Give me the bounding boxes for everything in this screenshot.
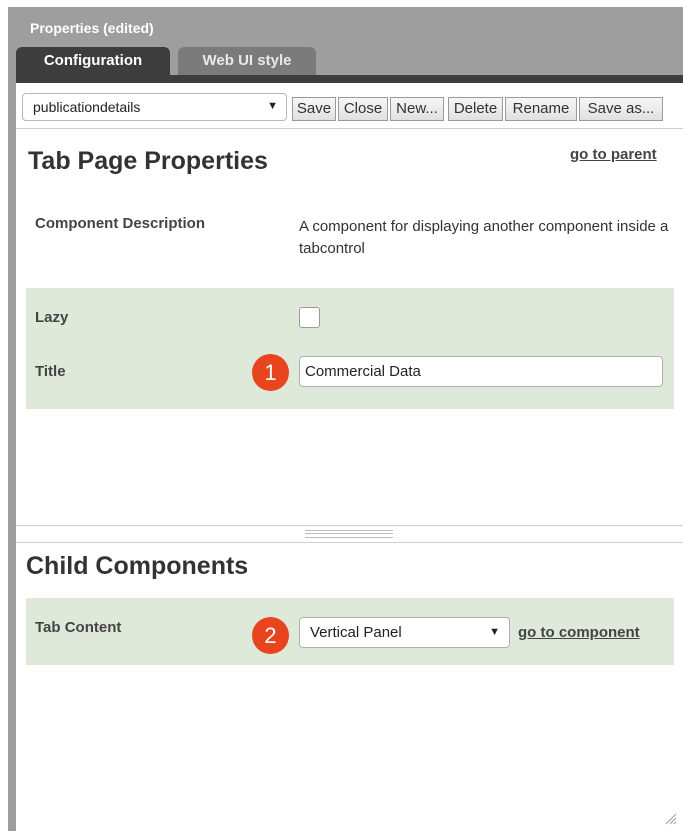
delete-button[interactable]: Delete — [448, 97, 503, 121]
tab-content-select[interactable]: Vertical Panel ▼ — [299, 617, 510, 648]
tab-strip-divider — [16, 75, 683, 83]
rename-button[interactable]: Rename — [505, 97, 577, 121]
chevron-down-icon: ▼ — [489, 626, 500, 638]
window-title: Properties (edited) — [30, 20, 154, 36]
tab-page-heading: Tab Page Properties — [28, 147, 268, 175]
tab-configuration[interactable]: Configuration — [16, 47, 170, 75]
pane-splitter[interactable] — [16, 525, 683, 543]
save-as-button[interactable]: Save as... — [579, 97, 663, 121]
resize-grip-icon[interactable] — [663, 811, 677, 825]
tab-web-ui-style[interactable]: Web UI style — [178, 47, 316, 75]
component-description-label: Component Description — [35, 215, 206, 232]
save-button[interactable]: Save — [292, 97, 336, 121]
tab-content-label: Tab Content — [35, 619, 122, 636]
component-description-value: A component for displaying another compo… — [299, 218, 669, 257]
lazy-checkbox[interactable] — [299, 307, 320, 328]
go-to-parent-link[interactable]: go to parent — [570, 146, 657, 163]
child-components-heading: Child Components — [26, 552, 249, 580]
new-button[interactable]: New... — [390, 97, 444, 121]
title-input[interactable]: Commercial Data — [299, 356, 663, 387]
lazy-label: Lazy — [35, 309, 69, 326]
callout-badge-2: 2 — [252, 617, 289, 654]
tab-content-value: Vertical Panel — [310, 624, 402, 641]
chevron-down-icon: ▼ — [267, 100, 278, 112]
property-field-group — [26, 288, 674, 409]
component-select-value: publicationdetails — [33, 99, 141, 115]
close-button[interactable]: Close — [338, 97, 388, 121]
splitter-grip-icon[interactable] — [305, 530, 393, 538]
toolbar: publicationdetails ▼ Save Close New... D… — [16, 87, 683, 129]
go-to-component-link[interactable]: go to component — [518, 624, 640, 641]
component-select[interactable]: publicationdetails ▼ — [22, 93, 287, 121]
tab-strip: Configuration Web UI style — [16, 45, 683, 83]
window-title-bar: Properties (edited) — [16, 7, 683, 45]
title-label: Title — [35, 363, 66, 380]
properties-window: Properties (edited) Configuration Web UI… — [8, 7, 683, 831]
callout-badge-1: 1 — [252, 354, 289, 391]
